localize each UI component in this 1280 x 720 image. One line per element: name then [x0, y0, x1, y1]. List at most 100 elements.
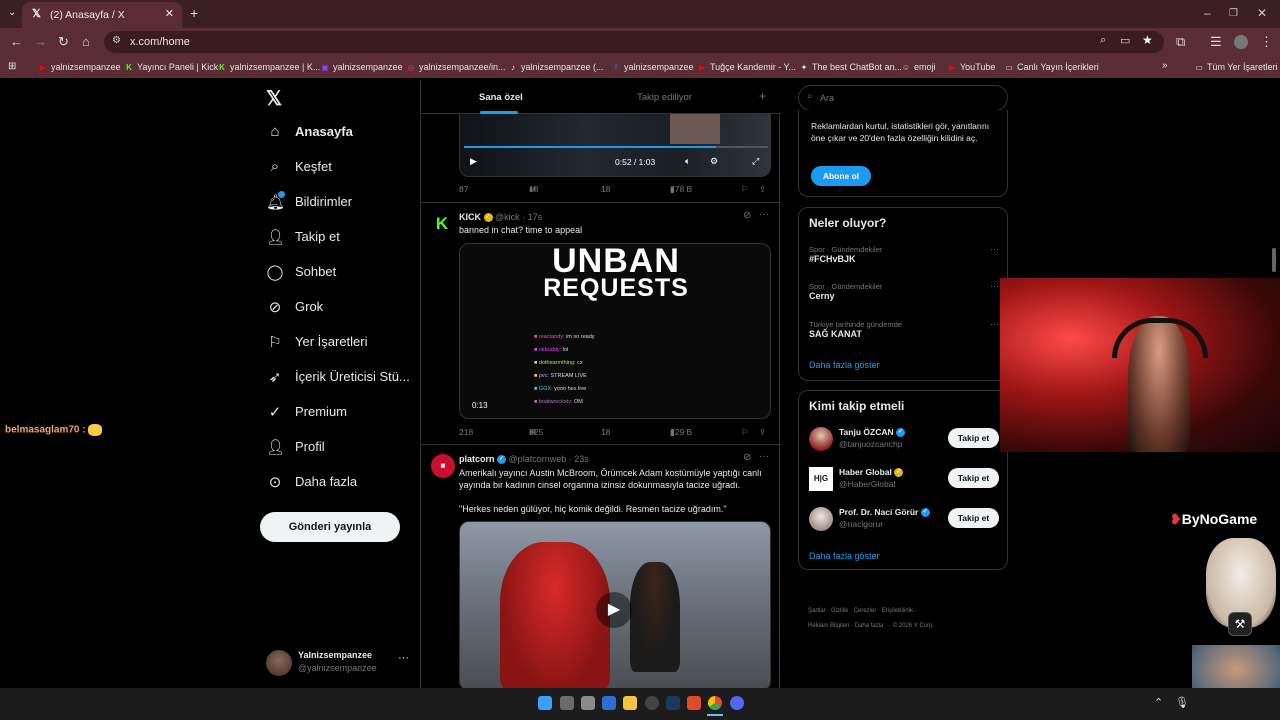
trend-more-icon[interactable]: ··· [990, 244, 999, 254]
grok-tweet-icon[interactable]: ⊘ [743, 452, 751, 463]
play-icon[interactable]: ▶ [470, 156, 477, 167]
tab-following[interactable]: Takip ediliyor [637, 92, 692, 103]
follow-suggestion[interactable]: Tanju ÖZCAN ✓ @tanjuozcanchp Takip et [799, 425, 1009, 457]
task-view-icon[interactable] [581, 696, 595, 710]
bookmark-item[interactable]: K Yayıncı Paneli | Kick [124, 62, 218, 72]
brave-icon[interactable] [687, 696, 701, 710]
post-button[interactable]: Gönderi yayınla [260, 512, 400, 542]
tweet-author[interactable]: KICK [459, 212, 481, 222]
start-icon[interactable] [538, 696, 552, 710]
bookmark-item[interactable]: ▶ YouTube [947, 62, 995, 72]
bookmark-item[interactable]: ✦ The best ChatBot an... [799, 62, 902, 72]
tweet-handle[interactable]: @kick · 17s [495, 212, 542, 222]
tweet-video[interactable]: UNBAN REQUESTS ■ reactandy: im so ready … [459, 243, 771, 419]
bookmark-item[interactable]: f yalnizsempanzee [611, 62, 694, 72]
more-options-icon[interactable]: ··· [398, 652, 409, 664]
new-tab-icon[interactable]: + [190, 5, 198, 21]
share-icon[interactable]: ⇪ [759, 427, 766, 438]
footer-links[interactable]: Şartlar · Gizlilik · Çerezler · Erişileb… [808, 608, 917, 614]
widgets-icon[interactable] [602, 696, 616, 710]
bookmark-item[interactable]: ▶ yalnizsempanzee [38, 62, 121, 72]
browser-menu-icon[interactable]: ⋮ [1260, 34, 1273, 50]
footer-links[interactable]: Reklam Bilgileri · Daha fazla ··· © 2026… [808, 623, 934, 629]
tab-search-menu-icon[interactable]: ☰ [1210, 34, 1222, 50]
bookmark-action-icon[interactable]: ⚐ [741, 427, 749, 438]
bookmark-item[interactable]: ▣ yalnizsempanzee [320, 62, 402, 72]
extensions-icon[interactable]: ⧉ [1176, 34, 1185, 50]
tweet[interactable]: ▣ platcorn ✓ @platcornweb · 23s ⊘ ··· Am… [421, 445, 781, 688]
all-bookmarks[interactable]: ▭ Tüm Yer İşaretleri [1194, 62, 1277, 72]
settings-icon[interactable]: ⚙ [710, 156, 718, 167]
trend-more-icon[interactable]: ··· [990, 281, 999, 291]
kick-avatar-icon[interactable]: K [431, 213, 453, 235]
tweet-video[interactable]: ▶ 0:52 / 1:03 🔈︎ ⚙ ⤢ [459, 104, 771, 177]
volume-icon[interactable]: 🔈︎ [685, 156, 690, 167]
zoom-icon[interactable]: ⌕ [1100, 34, 1106, 47]
trend-more-icon[interactable]: ··· [990, 319, 999, 329]
steam-icon[interactable] [666, 696, 680, 710]
follow-button[interactable]: Takip et [948, 508, 999, 528]
video-play-icon[interactable]: ▶ [596, 592, 632, 628]
more-bookmarks-icon[interactable]: » [1162, 60, 1168, 71]
file-explorer-icon[interactable] [623, 696, 637, 710]
bookmark-label: YouTube [960, 62, 996, 72]
trend-item[interactable]: Spor · Gündemdekiler #FCHvBJK ··· [809, 244, 999, 264]
follow-suggestion[interactable]: Prof. Dr. Naci Görür ✓ @nacigorur Takip … [799, 505, 1009, 537]
trend-item[interactable]: Spor · Gündemdekiler Cerny ··· [809, 281, 999, 301]
profile-avatar-icon[interactable] [1234, 35, 1248, 49]
close-tab-icon[interactable]: ✕ [165, 7, 174, 20]
tray-expand-icon[interactable]: ⌃ [1154, 696, 1163, 709]
bookmark-star-icon[interactable]: ★ [1142, 33, 1153, 47]
chrome-icon[interactable] [708, 696, 722, 710]
follow-button[interactable]: Takip et [948, 428, 999, 448]
bookmark-item[interactable]: ♪ yalnizsempanzee (... [508, 62, 604, 72]
fullscreen-icon[interactable]: ⤢ [752, 156, 759, 167]
tab-for-you[interactable]: Sana özel [479, 92, 523, 103]
tab-label: Sana özel [479, 92, 523, 103]
bookmark-item[interactable]: ☺ emoji [901, 62, 936, 72]
page-scrollbar[interactable] [1272, 248, 1276, 272]
tab-search-icon[interactable]: ⌄ [8, 7, 16, 18]
tweet-more-icon[interactable]: ··· [759, 209, 769, 220]
tweet-video[interactable]: ▶ [459, 521, 771, 688]
forward-icon[interactable]: → [34, 34, 47, 49]
follow-suggestion[interactable]: H|G Haber Global ✓ @HaberGlobal Takip et [799, 465, 1009, 497]
microphone-icon[interactable]: 🎙︎ [1175, 696, 1189, 709]
back-icon[interactable]: ← [10, 34, 23, 49]
x-logo-icon[interactable]: 𝕏 [266, 86, 282, 111]
obs-icon[interactable] [645, 696, 659, 710]
follow-button[interactable]: Takip et [948, 468, 999, 488]
cast-icon[interactable]: ▭ [1120, 34, 1130, 47]
url-bar[interactable]: ⚙ x.com/home ⌕ ▭ ★ [104, 31, 1164, 53]
tweet-handle[interactable]: @platcornweb · 23s [509, 454, 589, 464]
maximize-icon[interactable]: ❐ [1229, 8, 1238, 19]
close-window-icon[interactable]: ✕ [1257, 6, 1267, 20]
platcorn-avatar-icon[interactable]: ▣ [431, 454, 455, 478]
search-box[interactable]: ⌕ Ara [798, 85, 1008, 111]
bookmark-item[interactable]: ▶ Tuğçe Kandemir - Y... [697, 62, 796, 72]
share-icon[interactable]: ⇪ [759, 184, 766, 195]
tweet-more-icon[interactable]: ··· [759, 451, 769, 462]
discord-icon[interactable] [730, 696, 744, 710]
account-switcher[interactable]: Yalnizsempanzee @yalnizsempanzee ··· [266, 648, 414, 682]
browser-tab[interactable]: 𝕏 (2) Anasayfa / X ✕ [22, 2, 182, 28]
add-feed-icon[interactable]: + [759, 89, 766, 103]
site-info-icon[interactable]: ⚙ [112, 35, 121, 46]
show-more-link[interactable]: Daha fazla göster [809, 360, 880, 370]
home-browser-icon[interactable]: ⌂ [82, 34, 90, 49]
reload-icon[interactable]: ↻ [58, 34, 69, 50]
bookmark-item[interactable]: Kyalnizsempanzee | K... [217, 62, 320, 72]
grok-tweet-icon[interactable]: ⊘ [743, 210, 751, 221]
apps-grid-icon[interactable]: ⊞ [8, 61, 16, 72]
bookmark-item[interactable]: ◎ yalnizsempanzee/in... [406, 62, 506, 72]
bookmark-item[interactable]: ▭ Canlı Yayın İçerikleri [1004, 62, 1098, 72]
trend-item[interactable]: Türkiye tarihinde gündemde SAĞ KANAT ··· [809, 319, 999, 339]
bookmark-action-icon[interactable]: ⚐ [741, 184, 749, 195]
video-progress-track[interactable] [464, 146, 768, 148]
subscribe-button[interactable]: Abone ol [811, 166, 871, 186]
tweet[interactable]: K KICK ✓ @kick · 17s ⊘ ··· banned in cha… [421, 203, 781, 445]
search-taskbar-icon[interactable] [560, 696, 574, 710]
minimize-icon[interactable]: – [1204, 6, 1211, 20]
tweet-author[interactable]: platcorn [459, 454, 495, 464]
show-more-link[interactable]: Daha fazla göster [809, 551, 880, 561]
